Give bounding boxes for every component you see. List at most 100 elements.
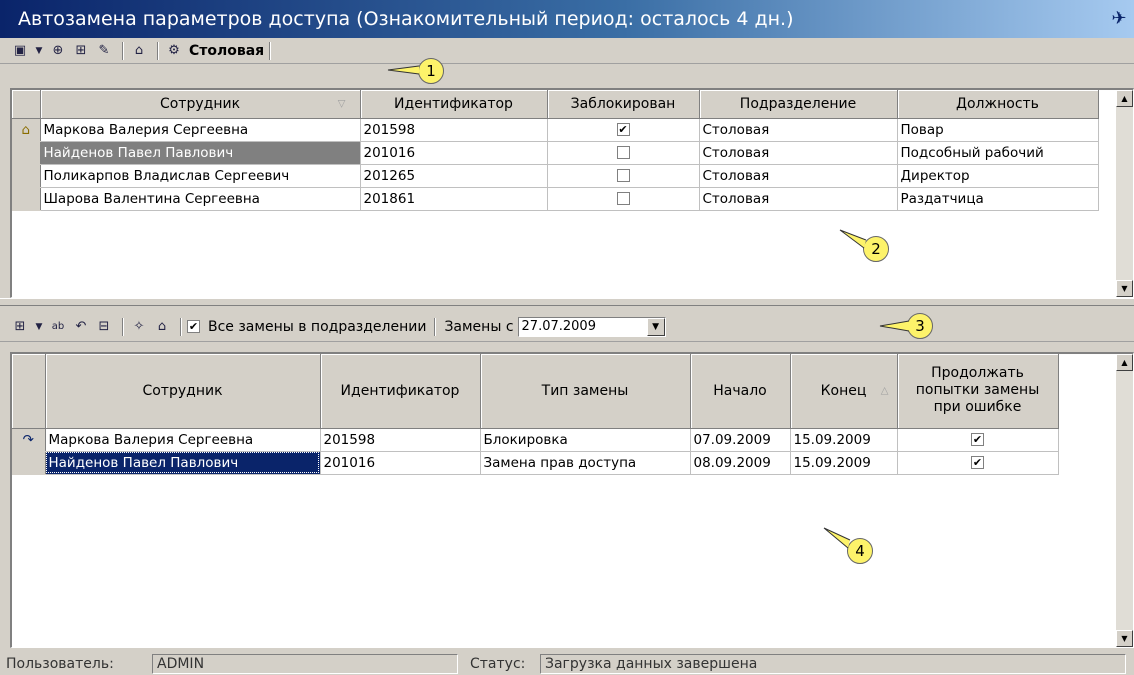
department-label: Столовая bbox=[189, 42, 265, 59]
cell-department[interactable]: Столовая bbox=[699, 187, 898, 211]
table-row[interactable]: ↷ Маркова Валерия Сергеевна 201598 Блоки… bbox=[12, 428, 1059, 452]
cell-employee[interactable]: Маркова Валерия Сергеевна bbox=[40, 118, 361, 142]
splitter[interactable] bbox=[0, 298, 1134, 306]
all-in-department-label: Все замены в подразделении bbox=[208, 318, 427, 335]
toolbar-separator bbox=[269, 41, 272, 60]
filter-icon[interactable]: ▣ bbox=[10, 41, 30, 61]
callout-3-pointer bbox=[879, 320, 910, 332]
cell-id[interactable]: 201265 bbox=[360, 164, 548, 188]
column-header-retry[interactable]: Продолжать попытки замены при ошибке bbox=[897, 354, 1059, 429]
blocked-checkbox[interactable]: ✔ bbox=[616, 123, 630, 136]
employees-grid: Сотрудник ▽ Идентификатор Заблокирован По… bbox=[10, 88, 1134, 298]
add-icon[interactable]: ⊞ bbox=[10, 317, 30, 337]
cell-blocked[interactable] bbox=[547, 141, 700, 165]
cell-id[interactable]: 201598 bbox=[360, 118, 548, 142]
column-header-department[interactable]: Подразделение bbox=[699, 90, 898, 119]
find-icon[interactable]: ⊕ bbox=[48, 41, 68, 61]
cell-type[interactable]: Замена прав доступа bbox=[480, 451, 691, 475]
column-header-start[interactable]: Начало bbox=[690, 354, 791, 429]
table-row[interactable]: Поликарпов Владислав Сергеевич 201265 Ст… bbox=[12, 164, 1099, 188]
cell-start[interactable]: 08.09.2009 bbox=[690, 451, 791, 475]
properties-icon[interactable]: ⌂ bbox=[129, 41, 149, 61]
chevron-down-icon[interactable]: ▼ bbox=[646, 317, 665, 336]
cell-employee[interactable]: Найденов Павел Павлович bbox=[45, 451, 321, 475]
toolbar-separator bbox=[434, 317, 437, 336]
cell-employee[interactable]: Найденов Павел Павлович bbox=[40, 141, 361, 165]
cell-type[interactable]: Блокировка bbox=[480, 428, 691, 452]
bottom-grid-scrollbar[interactable]: ▲ ▼ bbox=[1116, 354, 1133, 647]
date-from-value[interactable]: 27.07.2009 bbox=[519, 319, 647, 334]
column-header-type[interactable]: Тип замены bbox=[480, 354, 691, 429]
cell-retry[interactable]: ✔ bbox=[897, 451, 1059, 475]
cell-position[interactable]: Повар bbox=[897, 118, 1099, 142]
column-header-employee[interactable]: Сотрудник bbox=[45, 354, 321, 429]
cell-department[interactable]: Столовая bbox=[699, 164, 898, 188]
column-header-label: Конец bbox=[820, 382, 867, 399]
row-indicator bbox=[12, 164, 41, 188]
cell-start[interactable]: 07.09.2009 bbox=[690, 428, 791, 452]
cell-department[interactable]: Столовая bbox=[699, 141, 898, 165]
cell-retry[interactable]: ✔ bbox=[897, 428, 1059, 452]
scroll-down-icon[interactable]: ▼ bbox=[1116, 630, 1133, 647]
blocked-checkbox[interactable] bbox=[616, 146, 630, 159]
scroll-up-icon[interactable]: ▲ bbox=[1116, 354, 1133, 371]
status-value: Загрузка данных завершена bbox=[540, 653, 1126, 674]
all-in-department-checkbox[interactable]: ✔ bbox=[187, 320, 200, 333]
window-titlebar: Автозамена параметров доступа (Ознакомит… bbox=[0, 0, 1134, 38]
retry-checkbox[interactable]: ✔ bbox=[971, 433, 984, 446]
dropdown-arrow-icon[interactable]: ▼ bbox=[33, 317, 45, 337]
replacements-grid: Сотрудник Идентификатор Тип замены Начал… bbox=[10, 352, 1134, 648]
cell-blocked[interactable] bbox=[547, 164, 700, 188]
delete-icon[interactable]: ⊟ bbox=[94, 317, 114, 337]
table-row[interactable]: ⌂ Маркова Валерия Сергеевна 201598 ✔ Сто… bbox=[12, 118, 1099, 142]
blocked-checkbox[interactable] bbox=[616, 169, 630, 182]
table-row[interactable]: Найденов Павел Павлович 201016 Столовая … bbox=[12, 141, 1099, 165]
table-row[interactable]: Шарова Валентина Сергеевна 201861 Столов… bbox=[12, 187, 1099, 211]
column-header-id[interactable]: Идентификатор bbox=[360, 90, 548, 119]
rename-icon[interactable]: ab bbox=[48, 317, 68, 337]
retry-checkbox[interactable]: ✔ bbox=[971, 456, 984, 469]
cell-blocked[interactable] bbox=[547, 187, 700, 211]
sort-icon: △ bbox=[880, 385, 889, 397]
cell-employee[interactable]: Поликарпов Владислав Сергеевич bbox=[40, 164, 361, 188]
column-header-blocked[interactable]: Заблокирован bbox=[547, 90, 700, 119]
column-header-employee[interactable]: Сотрудник ▽ bbox=[40, 90, 361, 119]
key-icon[interactable]: ✧ bbox=[129, 317, 149, 337]
date-from-picker[interactable]: 27.07.2009 ▼ bbox=[517, 316, 666, 337]
cell-end[interactable]: 15.09.2009 bbox=[790, 428, 898, 452]
replacements-table: Сотрудник Идентификатор Тип замены Начал… bbox=[12, 354, 1059, 475]
cell-position[interactable]: Подсобный рабочий bbox=[897, 141, 1099, 165]
window-icon[interactable]: ✈ bbox=[1108, 8, 1130, 30]
callout-1-pointer bbox=[387, 65, 420, 75]
cell-id[interactable]: 201861 bbox=[360, 187, 548, 211]
cell-blocked[interactable]: ✔ bbox=[547, 118, 700, 142]
cell-department[interactable]: Столовая bbox=[699, 118, 898, 142]
cell-id[interactable]: 201016 bbox=[320, 451, 481, 475]
dropdown-arrow-icon[interactable]: ▼ bbox=[33, 41, 45, 61]
sort-icon: ▽ bbox=[337, 98, 346, 110]
column-header-position[interactable]: Должность bbox=[897, 90, 1099, 119]
cell-employee[interactable]: Шарова Валентина Сергеевна bbox=[40, 187, 361, 211]
edit-icon[interactable]: ✎ bbox=[94, 41, 114, 61]
undo-icon[interactable]: ↶ bbox=[71, 317, 91, 337]
find-next-icon[interactable]: ⊞ bbox=[71, 41, 91, 61]
status-bar: Пользователь: ADMIN Статус: Загрузка дан… bbox=[0, 652, 1134, 675]
table-row[interactable]: Найденов Павел Павлович 201016 Замена пр… bbox=[12, 451, 1059, 475]
cell-id[interactable]: 201016 bbox=[360, 141, 548, 165]
scroll-down-icon[interactable]: ▼ bbox=[1116, 280, 1133, 297]
indicator-header bbox=[12, 90, 41, 119]
cell-position[interactable]: Раздатчица bbox=[897, 187, 1099, 211]
top-grid-scrollbar[interactable]: ▲ ▼ bbox=[1116, 90, 1133, 297]
replacements-from-label: Замены с bbox=[444, 318, 514, 335]
column-header-id[interactable]: Идентификатор bbox=[320, 354, 481, 429]
cell-employee[interactable]: Маркова Валерия Сергеевна bbox=[45, 428, 321, 452]
cell-id[interactable]: 201598 bbox=[320, 428, 481, 452]
properties-icon[interactable]: ⌂ bbox=[152, 317, 172, 337]
callout-2-pointer bbox=[839, 229, 867, 249]
cell-end[interactable]: 15.09.2009 bbox=[790, 451, 898, 475]
scroll-up-icon[interactable]: ▲ bbox=[1116, 90, 1133, 107]
blocked-checkbox[interactable] bbox=[616, 192, 630, 205]
cell-position[interactable]: Директор bbox=[897, 164, 1099, 188]
column-header-end[interactable]: Конец △ bbox=[790, 354, 898, 429]
settings-icon[interactable]: ⚙ bbox=[164, 41, 184, 61]
